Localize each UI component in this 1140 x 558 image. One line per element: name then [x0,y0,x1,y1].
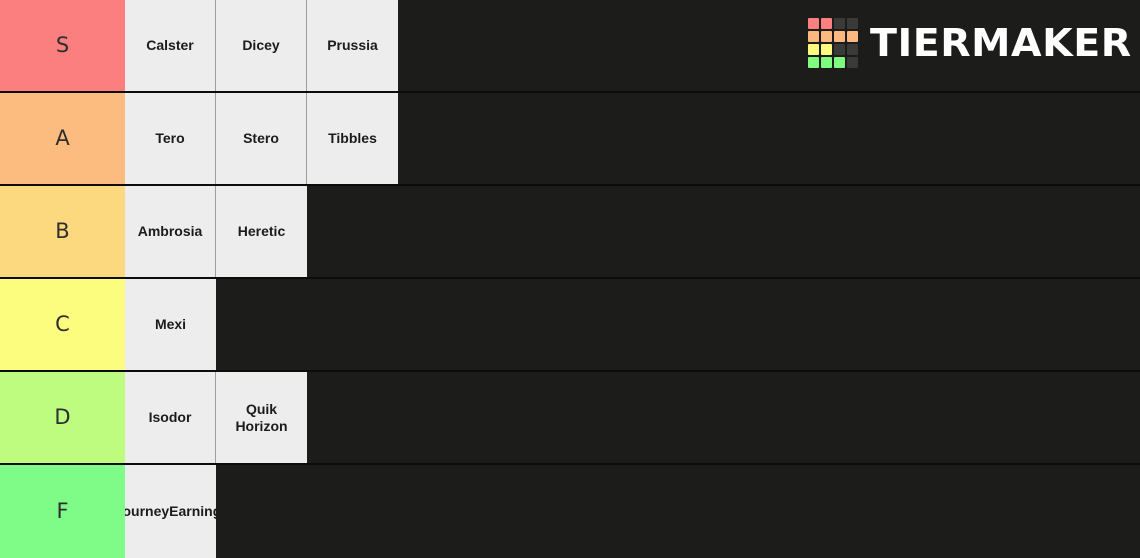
tier-dropzone-f[interactable] [216,465,1140,558]
tier-dropzone-d[interactable] [307,372,1140,463]
logo-cell-0-3 [847,18,859,29]
tier-item[interactable]: Tero [125,93,216,184]
tier-item-label: Tero [155,130,185,147]
tier-label-b[interactable]: B [0,186,125,277]
logo-cell-2-2 [834,44,846,55]
tier-items-f: TourneyEarnings [125,465,216,558]
logo-cell-1-1 [821,31,833,42]
tier-row-c: C Mexi [0,279,1140,372]
tier-label-f[interactable]: F [0,465,125,558]
tier-items-s: Calster Dicey Prussia [125,0,398,91]
logo-cell-3-2 [834,57,846,68]
tiermaker-logo: TIERMAKER [808,14,1132,72]
tiermaker-grid-icon [808,18,859,68]
tier-item-label: Stero [243,130,279,147]
tier-items-c: Mexi [125,279,216,370]
logo-cell-0-1 [821,18,833,29]
tier-item[interactable]: Prussia [307,0,398,91]
logo-cell-1-0 [808,31,820,42]
logo-cell-2-1 [821,44,833,55]
tier-label-d[interactable]: D [0,372,125,463]
tier-item[interactable]: Heretic [216,186,307,277]
tier-item-label: Heretic [237,223,286,240]
logo-cell-0-0 [808,18,820,29]
tier-item[interactable]: Dicey [216,0,307,91]
tiermaker-wordmark: TIERMAKER [870,21,1133,65]
tier-items-a: Tero Stero Tibbles [125,93,398,184]
tier-rows: S Calster Dicey Prussia A Tero Stero Tibbles B Am… [0,0,1140,558]
tier-item[interactable]: Calster [125,0,216,91]
tier-item[interactable]: TourneyEarnings [125,465,216,558]
tier-row-a: A Tero Stero Tibbles [0,93,1140,186]
tier-dropzone-a[interactable] [398,93,1140,184]
logo-cell-1-2 [834,31,846,42]
tier-item-label: TourneyEarnings [125,503,216,520]
tier-item[interactable]: Ambrosia [125,186,216,277]
tier-list-board: TIERMAKER S Calster Dicey Prussia A Tero Stero… [0,0,1140,558]
tier-label-c[interactable]: C [0,279,125,370]
tier-item-label: Tibbles [328,130,377,147]
tier-item-label: Isodor [148,409,192,426]
tier-dropzone-b[interactable] [307,186,1140,277]
tier-item[interactable]: Quik Horizon [216,372,307,463]
tier-item-label: Mexi [154,316,187,333]
tier-items-d: Isodor Quik Horizon [125,372,307,463]
tier-item[interactable]: Isodor [125,372,216,463]
tier-item[interactable]: Mexi [125,279,216,370]
logo-cell-1-3 [847,31,859,42]
tier-row-f: FTourneyEarnings [0,465,1140,558]
tier-item[interactable]: Stero [216,93,307,184]
tier-dropzone-c[interactable] [216,279,1140,370]
logo-cell-2-0 [808,44,820,55]
tier-label-a[interactable]: A [0,93,125,184]
tier-item[interactable]: Tibbles [307,93,398,184]
tier-item-label: Ambrosia [137,223,203,240]
logo-cell-0-2 [834,18,846,29]
tier-item-label: Quik Horizon [235,401,288,434]
tier-item-label: Calster [146,37,194,54]
tier-item-label: Prussia [327,37,378,54]
logo-cell-3-1 [821,57,833,68]
tier-row-d: D Isodor Quik Horizon [0,372,1140,465]
logo-cell-2-3 [847,44,859,55]
tier-label-s[interactable]: S [0,0,125,91]
logo-cell-3-0 [808,57,820,68]
tier-row-b: B Ambrosia Heretic [0,186,1140,279]
tier-items-b: Ambrosia Heretic [125,186,307,277]
tier-item-label: Dicey [242,37,280,54]
logo-cell-3-3 [847,57,859,68]
